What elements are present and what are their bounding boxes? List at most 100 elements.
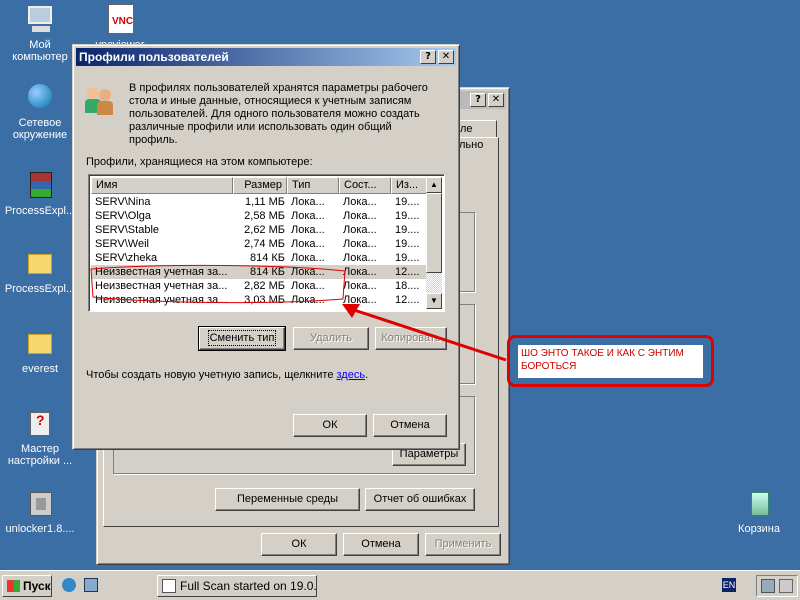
cell-name: SERV\Weil [95,238,150,250]
desktop-icon-wizard[interactable]: ? Мастер настройки ... [0,408,80,467]
desktop-icon-label: Мастер настройки ... [7,443,73,467]
recycle-bin-icon [743,488,775,520]
profile-row[interactable]: SERV\Weil 2,74 МБ Лока... Лока... 19.... [91,237,429,251]
cell-state: Лока... [343,280,377,292]
cell-name: SERV\Nina [95,196,151,208]
language-indicator[interactable]: EN [722,578,736,592]
column-header-state[interactable]: Сост... [339,177,391,194]
vertical-scrollbar[interactable]: ▲ ▼ [426,177,442,309]
vnc-icon: VNC [104,4,136,36]
cell-changed: 12.... [395,266,420,278]
desktop-icon-unlocker[interactable]: unlocker1.8.... [0,488,80,535]
cell-changed: 19.... [395,210,420,222]
desktop-icon-label: unlocker1.8.... [5,523,75,535]
profile-row[interactable]: SERV\Nina 1,11 МБ Лока... Лока... 19.... [91,195,429,209]
cell-size: 2,62 МБ [244,224,285,236]
apply-button[interactable]: Применить [425,533,501,556]
cell-type: Лока... [291,224,325,236]
column-header-changed[interactable]: Из... [391,177,427,194]
column-header-name[interactable]: Имя [91,177,233,194]
globe-icon [24,82,56,114]
quicklaunch-desktop-icon[interactable] [84,578,98,592]
system-tray [756,575,798,597]
help-button[interactable]: ? [470,93,486,107]
ok-button[interactable]: ОК [261,533,337,556]
user-profiles-titlebar: Профили пользователей ? ✕ [76,48,456,66]
close-button[interactable]: ✕ [488,93,504,107]
windows-logo-icon [7,580,20,592]
profiles-list-label: Профили, хранящиеся на этом компьютере: [86,156,313,168]
desktop-icon-label: Корзина [738,523,780,535]
folder-icon [24,248,56,280]
computer-icon [24,4,56,36]
taskbar: Пуск Full Scan started on 19.0... EN [0,570,800,600]
desktop-icon-label: Мой компьютер [12,39,68,63]
folder-icon [24,328,56,360]
scan-icon [162,579,176,593]
cell-state: Лока... [343,196,377,208]
desktop-icon-everest[interactable]: everest [0,328,80,375]
wizard-icon: ? [24,408,56,440]
scroll-up-arrow-icon[interactable]: ▲ [426,177,442,193]
annotation-arrow [342,304,507,362]
desktop-icon-network[interactable]: Сетевое окружение [0,82,80,141]
desktop-icon-processexp-rar[interactable]: ProcessExpl... [0,170,80,217]
taskbar-button-full-scan[interactable]: Full Scan started on 19.0... [157,575,317,597]
scroll-thumb[interactable] [426,193,442,273]
cell-changed: 19.... [395,252,420,264]
desktop-icon-label: ProcessExpl... [4,283,76,295]
tab-partial[interactable]: ле [457,120,497,138]
cell-name: SERV\Stable [95,224,160,236]
user-profiles-dialog: Профили пользователей ? ✕ В профилях пол… [72,44,460,450]
cell-state: Лока... [343,252,377,264]
profile-row[interactable]: SERV\Stable 2,62 МБ Лока... Лока... 19.... [91,223,429,237]
ok-button[interactable]: ОК [293,414,367,437]
close-button[interactable]: ✕ [438,50,454,64]
network-tray-icon[interactable] [761,579,775,593]
start-button[interactable]: Пуск [2,575,52,597]
profile-row[interactable]: SERV\Olga 2,58 МБ Лока... Лока... 19.... [91,209,429,223]
environment-variables-button[interactable]: Переменные среды [215,488,360,511]
cell-state: Лока... [343,210,377,222]
desktop-icon-processexp-folder[interactable]: ProcessExpl... [0,248,80,295]
cell-state: Лока... [343,224,377,236]
new-account-link[interactable]: здесь [337,369,366,381]
cell-type: Лока... [291,196,325,208]
unlocker-icon [24,488,56,520]
cell-size: 2,74 МБ [244,238,285,250]
column-header-type[interactable]: Тип [287,177,339,194]
desktop-icon-my-computer[interactable]: Мой компьютер [0,4,80,63]
cell-changed: 18.... [395,280,420,292]
new-account-text: Чтобы создать новую учетную запись, щелк… [86,369,369,381]
cancel-button[interactable]: Отмена [373,414,447,437]
annotation-text: ШО ЭНТО ТАКОЕ И КАК С ЭНТИМ БОРОТЬСЯ [518,345,703,378]
cell-changed: 19.... [395,238,420,250]
annotation-box: ШО ЭНТО ТАКОЕ И КАК С ЭНТИМ БОРОТЬСЯ [507,335,714,387]
cell-type: Лока... [291,238,325,250]
change-type-button[interactable]: Сменить тип [198,326,286,351]
desktop-icon-recycle-bin[interactable]: Корзина [719,488,799,535]
help-button[interactable]: ? [420,50,436,64]
error-reporting-button[interactable]: Отчет об ошибках [365,488,475,511]
dialog-title: Профили пользователей [79,50,229,64]
cell-changed: 19.... [395,224,420,236]
volume-tray-icon[interactable] [779,579,793,593]
dialog-description: В профилях пользователей хранятся параме… [129,82,428,146]
column-header-size[interactable]: Размер [233,177,287,194]
cell-name: SERV\Olga [95,210,152,222]
quicklaunch-ie-icon[interactable] [62,578,76,592]
archive-icon [24,170,56,202]
desktop-icon-label: Сетевое окружение [12,117,68,141]
cell-state: Лока... [343,266,377,278]
cell-state: Лока... [343,238,377,250]
highlight-ellipse [90,264,346,304]
users-icon [85,85,117,117]
desktop-icon-label: ProcessExpl... [4,205,76,217]
cell-changed: 19.... [395,196,420,208]
cell-size: 1,11 МБ [244,196,285,208]
cancel-button[interactable]: Отмена [343,533,419,556]
desktop-icon-label: everest [21,363,59,375]
cell-type: Лока... [291,210,325,222]
cell-size: 2,58 МБ [244,210,285,222]
text-fragment: льно [459,139,484,151]
